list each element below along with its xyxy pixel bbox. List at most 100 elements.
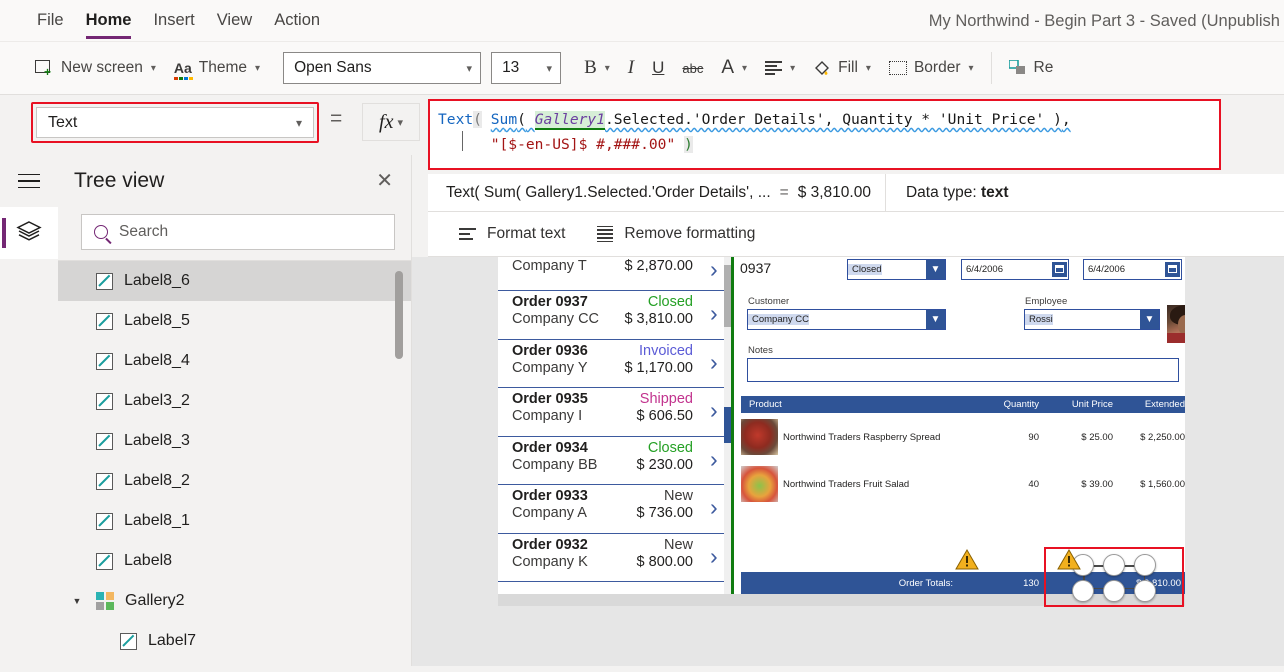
menu-item-view[interactable]: View	[206, 0, 263, 42]
resize-handle-bottom-left[interactable]	[1072, 580, 1094, 602]
new-screen-icon: +	[35, 59, 54, 78]
italic-button[interactable]: I	[619, 49, 643, 87]
warning-icon[interactable]	[955, 549, 979, 570]
chevron-down-icon[interactable]: ▼	[1140, 310, 1159, 329]
chevron-right-icon[interactable]: ›	[710, 258, 723, 281]
chevron-right-icon[interactable]: ›	[710, 350, 723, 374]
chevron-right-icon[interactable]: ›	[710, 447, 723, 471]
property-select-highlight: Text ▾	[31, 102, 319, 143]
order-list-item[interactable]: Order 0935 Shipped Company I $ 606.50 ›	[498, 388, 731, 437]
bold-button[interactable]: B ▾	[575, 49, 619, 87]
format-text-button[interactable]: Format text	[446, 217, 578, 251]
tree-view-rail-button[interactable]	[0, 207, 58, 259]
order-list-item[interactable]: Order 0933 New Company A $ 736.00 ›	[498, 485, 731, 534]
tree-view-search-box[interactable]	[81, 214, 395, 250]
order-row-bottom: Company BB $ 230.00	[512, 457, 721, 473]
order-row-bottom: Company A $ 736.00	[512, 505, 721, 521]
underline-button[interactable]: U	[643, 49, 673, 87]
calendar-icon[interactable]	[1165, 261, 1180, 277]
employee-dropdown[interactable]: Rossi ▼	[1024, 309, 1160, 330]
theme-button[interactable]: Aa Theme ▾	[165, 49, 269, 87]
products-table-header: Product Quantity Unit Price Extended	[741, 396, 1185, 413]
customer-dropdown[interactable]: Company CC ▼	[747, 309, 946, 330]
chevron-down-icon[interactable]: ▼	[926, 310, 945, 329]
order-list-item[interactable]: Order 0937 Closed Company CC $ 3,810.00 …	[498, 291, 731, 340]
ribbon-toolbar: + New screen ▾ Aa Theme ▾ Open Sans ▾ 13…	[0, 42, 1284, 95]
tree-item-label8_1[interactable]: Label8_1	[58, 501, 411, 541]
fx-button[interactable]: fx ▾	[362, 103, 420, 141]
reorder-button[interactable]: Re	[1000, 49, 1063, 87]
property-select[interactable]: Text ▾	[36, 107, 314, 138]
font-color-button[interactable]: A ▾	[712, 49, 756, 87]
expand-collapse-toggle[interactable]: ▼	[58, 596, 96, 606]
formula-fn-text: Text	[438, 111, 474, 128]
tree-item-label8_2[interactable]: Label8_2	[58, 461, 411, 501]
border-button[interactable]: Border ▾	[880, 49, 983, 87]
product-row[interactable]: Northwind Traders Fruit Salad 40 $ 39.00…	[741, 464, 1185, 504]
resize-handle-bottom-right[interactable]	[1134, 580, 1156, 602]
chevron-right-icon[interactable]: ›	[710, 399, 723, 422]
remove-formatting-label: Remove formatting	[624, 225, 756, 242]
ship-date-field[interactable]: 6/4/2006	[1083, 259, 1182, 280]
formula-space-1	[482, 111, 491, 128]
new-screen-button[interactable]: + New screen ▾	[26, 49, 165, 87]
formula-input[interactable]: Text( Sum( Gallery1.Selected.'Order Deta…	[432, 103, 1217, 166]
resize-handle-top-center[interactable]	[1103, 554, 1125, 576]
fill-button[interactable]: Fill ▾	[804, 49, 880, 87]
calendar-icon[interactable]	[1052, 261, 1067, 277]
order-row-top: Order 0934 Closed	[512, 440, 721, 456]
order-detail-form[interactable]: 0937 Closed ▼ 6/4/2006 6/4/2006 Customer…	[736, 257, 1185, 594]
tree-item-label8[interactable]: Label8	[58, 541, 411, 581]
chevron-down-icon: ▾	[466, 62, 473, 75]
font-family-select[interactable]: Open Sans ▾	[283, 52, 482, 84]
order-gallery[interactable]: Company T $ 2,870.00 › Order 0937 Closed…	[498, 257, 731, 594]
chevron-right-icon[interactable]: ›	[710, 302, 723, 325]
warning-icon[interactable]	[1057, 549, 1081, 570]
tree-item-label8_4[interactable]: Label8_4	[58, 341, 411, 381]
order-totals-label: Order Totals:	[898, 577, 953, 589]
notes-label: Notes	[748, 345, 773, 356]
strikethrough-button[interactable]: abc	[673, 49, 712, 87]
chevron-right-icon[interactable]: ›	[710, 496, 723, 519]
tree-item-label8_3[interactable]: Label8_3	[58, 421, 411, 461]
order-amount: $ 606.50	[636, 408, 693, 424]
menu-item-insert[interactable]: Insert	[142, 0, 205, 42]
menu-item-file[interactable]: File	[26, 0, 75, 42]
order-company: Company K	[512, 553, 588, 570]
chevron-down-icon[interactable]: ▼	[926, 260, 945, 279]
chevron-right-icon[interactable]: ›	[710, 544, 723, 568]
customer-label: Customer	[748, 296, 790, 307]
hamburger-menu-button[interactable]	[0, 155, 58, 207]
tree-view-scrollbar-thumb[interactable]	[395, 271, 403, 359]
order-list-item[interactable]: Order 0932 New Company K $ 800.00 ›	[498, 534, 731, 582]
font-size-select[interactable]: 13 ▾	[491, 52, 562, 84]
order-list-item[interactable]: Order 0934 Closed Company BB $ 230.00 ›	[498, 437, 731, 485]
tree-item-label8_6[interactable]: Label8_6	[58, 261, 411, 301]
product-row[interactable]: Northwind Traders Raspberry Spread 90 $ …	[741, 417, 1185, 457]
tree-view-list: Label8_6 Label8_5 Label8_4 Label3_2 Labe…	[58, 261, 411, 672]
tree-item-label7[interactable]: Label7	[58, 621, 411, 661]
tree-item-label8_5[interactable]: Label8_5	[58, 301, 411, 341]
tree-item-gallery2[interactable]: ▼ Gallery2	[58, 581, 411, 621]
menu-item-action[interactable]: Action	[263, 0, 331, 42]
order-list-item[interactable]: Company T $ 2,870.00 ›	[498, 257, 731, 291]
hamburger-icon	[18, 173, 40, 189]
search-input[interactable]	[119, 223, 382, 241]
status-dropdown[interactable]: Closed ▼	[847, 259, 946, 280]
tree-item-label3_2[interactable]: Label3_2	[58, 381, 411, 421]
text-align-button[interactable]: ▾	[756, 49, 804, 87]
order-list-item[interactable]: Order 0936 Invoiced Company Y $ 1,170.00…	[498, 340, 731, 388]
status-value: Closed	[848, 264, 882, 275]
fx-icon: fx	[379, 110, 394, 133]
resize-handle-bottom-center[interactable]	[1103, 580, 1125, 602]
order-amount: $ 2,870.00	[624, 258, 693, 274]
avatar-shirt	[1167, 333, 1185, 343]
order-date-field[interactable]: 6/4/2006	[961, 259, 1069, 280]
close-icon[interactable]: ✕	[376, 171, 393, 191]
gallery-scrollbar-thumb[interactable]	[724, 265, 731, 327]
resize-handle-top-right[interactable]	[1134, 554, 1156, 576]
notes-input[interactable]	[747, 358, 1179, 382]
menu-item-home[interactable]: Home	[75, 0, 143, 42]
formula-format-string: "[$-en-US]$ #,###.00"	[490, 136, 676, 153]
remove-formatting-button[interactable]: Remove formatting	[584, 217, 768, 251]
